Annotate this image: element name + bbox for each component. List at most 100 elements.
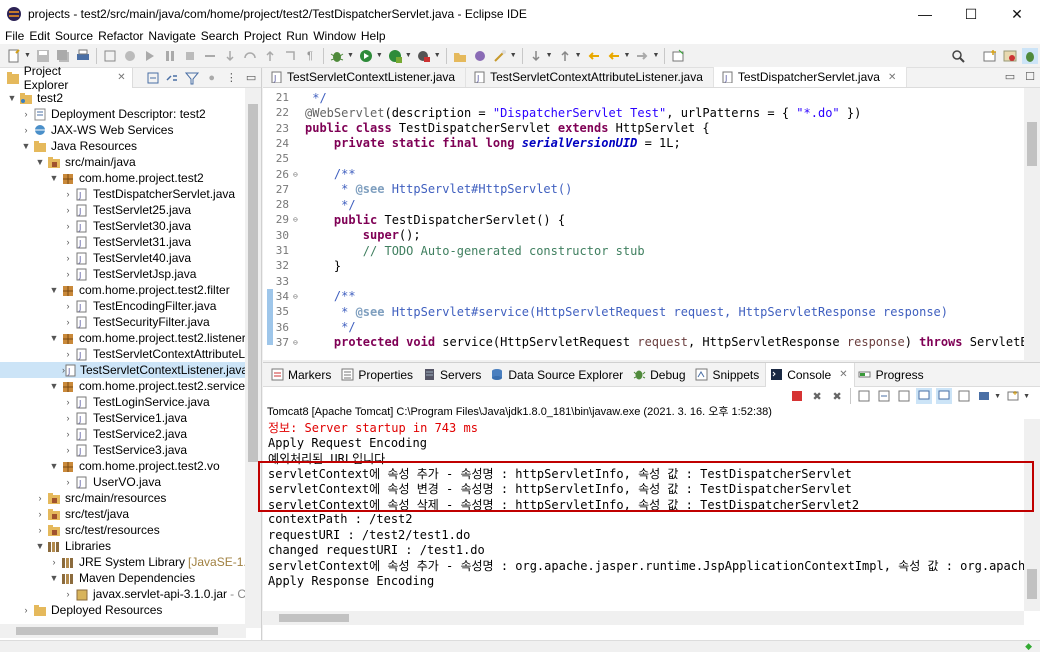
fold-toggle-icon[interactable]: ⊖	[293, 292, 303, 301]
code-line[interactable]: 25	[263, 151, 305, 166]
tab-markers[interactable]: Markers	[267, 363, 337, 387]
menu-edit[interactable]: Edit	[28, 29, 54, 43]
editor-vertical-scrollbar[interactable]	[1024, 88, 1040, 360]
collapsed-arrow-icon[interactable]: ›	[62, 237, 74, 247]
clear-console-icon[interactable]	[856, 388, 872, 404]
fold-toggle-icon[interactable]: ⊖	[293, 215, 303, 224]
tree-item[interactable]: › J TestServlet40.java	[0, 250, 192, 266]
show-on-error-icon[interactable]	[936, 388, 953, 404]
explorer-vertical-scrollbar[interactable]	[245, 88, 261, 628]
tree-item[interactable]: › src/test/java	[0, 506, 130, 522]
tree-item[interactable]: › Deployment Descriptor: test2	[0, 106, 206, 122]
coverage-icon[interactable]	[416, 48, 432, 64]
terminate-icon[interactable]	[789, 388, 805, 404]
expanded-arrow-icon[interactable]: ▼	[20, 141, 32, 151]
expanded-arrow-icon[interactable]: ▼	[48, 173, 60, 183]
tree-item[interactable]: › J TestServlet25.java	[0, 202, 192, 218]
code-line[interactable]: 28 */	[263, 197, 356, 212]
tree-item[interactable]: › J TestService1.java	[0, 410, 188, 426]
collapsed-arrow-icon[interactable]: ›	[62, 301, 74, 311]
explorer-scrollbar-thumb[interactable]	[248, 104, 258, 462]
drop-to-frame-icon[interactable]	[282, 48, 298, 64]
pin-editor-icon[interactable]	[670, 48, 686, 64]
collapsed-arrow-icon[interactable]: ›	[62, 189, 74, 199]
code-line[interactable]: 32 }	[263, 258, 341, 273]
display-console-dropdown-icon[interactable]: ▼	[994, 393, 1001, 400]
previous-annotation-icon[interactable]	[557, 48, 573, 64]
close-tab-icon[interactable]: ✕	[117, 72, 125, 83]
tree-item[interactable]: › J TestService2.java	[0, 426, 188, 442]
menu-help[interactable]: Help	[360, 29, 390, 43]
menu-window[interactable]: Window	[312, 29, 360, 43]
tree-item[interactable]: › J TestServlet31.java	[0, 234, 192, 250]
expanded-arrow-icon[interactable]: ▼	[34, 157, 46, 167]
tab-properties[interactable]: Properties	[337, 363, 419, 387]
fold-toggle-icon[interactable]: ⊖	[293, 338, 303, 347]
collapsed-arrow-icon[interactable]: ›	[62, 317, 74, 327]
menu-file[interactable]: File	[4, 29, 28, 43]
print-icon[interactable]	[75, 48, 91, 64]
show-on-output-icon[interactable]	[916, 388, 933, 404]
tab-data-source-explorer[interactable]: Data Source Explorer	[487, 363, 629, 387]
expanded-arrow-icon[interactable]: ▼	[48, 285, 60, 295]
word-wrap-icon[interactable]	[896, 388, 912, 404]
back-icon[interactable]	[606, 48, 622, 64]
collapsed-arrow-icon[interactable]: ›	[62, 397, 74, 407]
console-vertical-scrollbar[interactable]	[1024, 419, 1040, 611]
tree-item[interactable]: ▼ com.home.project.test2.listener	[0, 330, 246, 346]
step-over-icon[interactable]	[242, 48, 258, 64]
collapsed-arrow-icon[interactable]: ›	[20, 109, 32, 119]
expanded-arrow-icon[interactable]: ▼	[6, 93, 18, 103]
jee-perspective-icon[interactable]	[1002, 48, 1018, 64]
project-explorer-tab[interactable]: Project Explorer ✕	[0, 64, 133, 92]
minimize-view-icon[interactable]: ▭	[243, 70, 259, 86]
tree-item[interactable]: › J TestDispatcherServlet.java	[0, 186, 236, 202]
tree-item[interactable]: › J TestSecurityFilter.java	[0, 314, 210, 330]
show-whitespace-icon[interactable]: ¶	[302, 48, 318, 64]
code-line[interactable]: 24 private static final long serialVersi…	[263, 136, 681, 151]
link-with-editor-icon[interactable]	[164, 70, 180, 86]
close-window-button[interactable]: ✕	[994, 0, 1040, 28]
tree-item[interactable]: › J TestLoginService.java	[0, 394, 210, 410]
code-line[interactable]: 22 @WebServlet(description = "DispatcherS…	[263, 105, 862, 120]
run-server-dropdown-icon[interactable]: ▼	[405, 52, 412, 59]
menu-project[interactable]: Project	[243, 29, 285, 43]
menu-refactor[interactable]: Refactor	[97, 29, 147, 43]
collapsed-arrow-icon[interactable]: ›	[62, 413, 74, 423]
collapsed-arrow-icon[interactable]: ›	[20, 605, 32, 615]
maximize-view-icon[interactable]: ☐	[1022, 68, 1038, 84]
tab-servers[interactable]: Servers	[419, 363, 487, 387]
open-type-icon[interactable]	[452, 48, 468, 64]
previous-annotation-dropdown-icon[interactable]: ▼	[575, 52, 582, 59]
editor-tab-attribute-listener[interactable]: J TestServletContextAttributeListener.ja…	[466, 67, 714, 87]
fold-toggle-icon[interactable]: ⊖	[293, 170, 303, 179]
last-edit-location-icon[interactable]	[586, 48, 602, 64]
tree-item[interactable]: › JRE System Library[JavaSE-1.8]	[0, 554, 247, 570]
collapsed-arrow-icon[interactable]: ›	[62, 477, 74, 487]
tree-item[interactable]: › J UserVO.java	[0, 474, 162, 490]
run-dropdown-icon[interactable]: ▼	[376, 52, 383, 59]
collapsed-arrow-icon[interactable]: ›	[62, 429, 74, 439]
toggle-block-icon[interactable]	[102, 48, 118, 64]
new-icon[interactable]	[6, 48, 22, 64]
tree-item[interactable]: ▼ com.home.project.test2.vo	[0, 458, 220, 474]
editor-tab-context-listener[interactable]: J TestServletContextListener.java	[263, 67, 467, 87]
editor-scrollbar-thumb[interactable]	[1027, 122, 1037, 166]
collapsed-arrow-icon[interactable]: ›	[62, 221, 74, 231]
tree-item[interactable]: › J TestEncodingFilter.java	[0, 298, 217, 314]
code-line[interactable]: 35 * @see HttpServlet#service(HttpServle…	[263, 304, 948, 319]
collapsed-arrow-icon[interactable]: ›	[62, 445, 74, 455]
tree-item[interactable]: › J TestServletContextListener.java	[0, 362, 246, 378]
explorer-hscroll-thumb[interactable]	[16, 627, 218, 635]
tree-item[interactable]: › J TestServlet30.java	[0, 218, 192, 234]
filter-icon[interactable]	[184, 70, 200, 86]
suspend-icon[interactable]	[162, 48, 178, 64]
expanded-arrow-icon[interactable]: ▼	[34, 541, 46, 551]
collapsed-arrow-icon[interactable]: ›	[34, 525, 46, 535]
tree-item[interactable]: ▼ src/main/java	[0, 154, 136, 170]
next-annotation-dropdown-icon[interactable]: ▼	[546, 52, 553, 59]
focus-icon[interactable]: ●	[204, 70, 220, 86]
debug-perspective-icon[interactable]	[1022, 47, 1038, 64]
code-line[interactable]: 34 ⊖ /**	[263, 289, 356, 304]
terminate-icon[interactable]	[182, 48, 198, 64]
